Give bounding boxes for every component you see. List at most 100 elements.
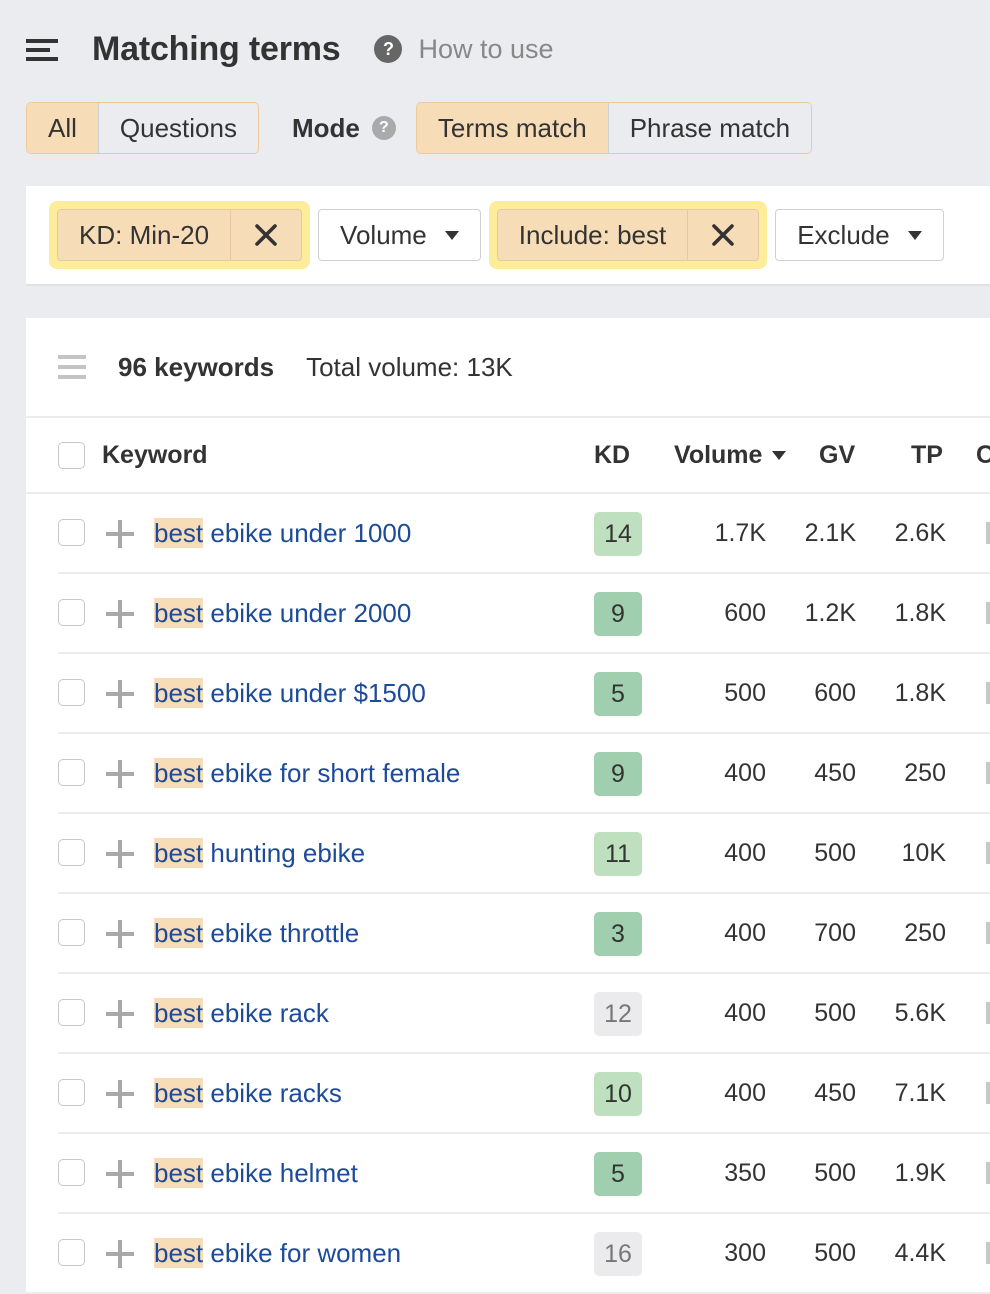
keyword-rest: ebike under 1000: [203, 518, 412, 548]
tp-value: 1.9K: [894, 1159, 946, 1187]
keyword-rest: ebike for women: [203, 1238, 402, 1268]
kd-badge: 11: [594, 832, 642, 876]
row-checkbox[interactable]: [58, 1239, 85, 1266]
volume-value: 400: [724, 919, 766, 947]
table-row: best ebike for women 16 300 500 4.4K: [26, 1214, 990, 1294]
row-checkbox[interactable]: [58, 759, 85, 786]
gv-value: 500: [814, 999, 856, 1027]
row-checkbox[interactable]: [58, 839, 85, 866]
column-header-tp[interactable]: TP: [911, 441, 943, 470]
cut-off-cell: [986, 1002, 990, 1024]
keyword-highlight: best: [154, 678, 204, 708]
table-row: best ebike racks 10 400 450 7.1K: [26, 1054, 990, 1134]
tab-phrase-match[interactable]: Phrase match: [607, 103, 812, 153]
volume-value: 400: [724, 999, 766, 1027]
include-filter-chip: Include: best: [496, 209, 760, 261]
keyword-rest: hunting ebike: [203, 838, 366, 868]
add-to-list-icon[interactable]: [106, 1080, 134, 1108]
column-header-volume[interactable]: Volume: [674, 441, 787, 470]
tp-value: 10K: [901, 839, 946, 867]
add-to-list-icon[interactable]: [106, 1160, 134, 1188]
tp-value: 250: [904, 759, 946, 787]
column-header-keyword[interactable]: Keyword: [102, 441, 208, 470]
volume-filter-dropdown[interactable]: Volume: [318, 209, 481, 261]
add-to-list-icon[interactable]: [106, 680, 134, 708]
keyword-link[interactable]: best ebike under 1000: [154, 514, 411, 552]
tp-value: 250: [904, 919, 946, 947]
include-filter-label[interactable]: Include: best: [498, 210, 689, 260]
kd-filter-clear-button[interactable]: [231, 210, 301, 260]
gv-value: 450: [814, 759, 856, 787]
row-checkbox[interactable]: [58, 679, 85, 706]
select-all-checkbox[interactable]: [58, 442, 85, 469]
keyword-link[interactable]: best ebike under $1500: [154, 674, 426, 712]
volume-value: 500: [724, 679, 766, 707]
keyword-link[interactable]: best ebike helmet: [154, 1154, 358, 1192]
row-checkbox[interactable]: [58, 1159, 85, 1186]
column-header-kd[interactable]: KD: [594, 441, 630, 470]
keywords-table-panel: 96 keywords Total volume: 13K Keyword KD…: [26, 318, 990, 1294]
kd-filter-label[interactable]: KD: Min-20: [58, 210, 232, 260]
keyword-link[interactable]: best ebike for women: [154, 1234, 401, 1272]
keyword-count: 96 keywords: [118, 351, 275, 382]
gv-value: 1.2K: [804, 599, 856, 627]
tab-questions[interactable]: Questions: [97, 103, 258, 153]
add-to-list-icon[interactable]: [106, 1000, 134, 1028]
keyword-link[interactable]: best hunting ebike: [154, 834, 365, 872]
how-to-use-label: How to use: [418, 33, 554, 64]
tp-value: 2.6K: [894, 519, 946, 547]
gv-value: 500: [814, 1239, 856, 1267]
include-filter-clear-button[interactable]: [688, 210, 758, 260]
volume-value: 400: [724, 1079, 766, 1107]
tab-all[interactable]: All: [27, 103, 98, 153]
keyword-highlight: best: [154, 758, 204, 788]
row-checkbox[interactable]: [58, 919, 85, 946]
tp-value: 5.6K: [894, 999, 946, 1027]
row-checkbox[interactable]: [58, 519, 85, 546]
table-header: Keyword KD Volume GV TP C: [26, 418, 990, 494]
kd-badge: 5: [594, 1152, 642, 1196]
gv-value: 450: [814, 1079, 856, 1107]
add-to-list-icon[interactable]: [106, 760, 134, 788]
add-to-list-icon[interactable]: [106, 520, 134, 548]
gv-value: 500: [814, 839, 856, 867]
table-row: best ebike throttle 3 400 700 250: [26, 894, 990, 974]
page-title: Matching terms: [92, 29, 341, 68]
close-icon: [712, 224, 735, 246]
mode-help-icon[interactable]: ?: [371, 116, 396, 140]
keyword-link[interactable]: best ebike rack: [154, 994, 329, 1032]
keyword-link[interactable]: best ebike throttle: [154, 914, 359, 952]
keyword-rest: ebike under $1500: [203, 678, 426, 708]
column-header-cut-off[interactable]: C: [976, 441, 990, 470]
sort-desc-icon: [772, 450, 787, 460]
keyword-highlight: best: [154, 838, 204, 868]
add-to-list-icon[interactable]: [106, 920, 134, 948]
add-to-list-icon[interactable]: [106, 1240, 134, 1268]
match-mode-toggle: Terms match Phrase match: [415, 102, 813, 154]
exclude-filter-dropdown[interactable]: Exclude: [775, 209, 944, 261]
how-to-use-link[interactable]: ? How to use: [374, 33, 554, 65]
exclude-filter-label: Exclude: [797, 219, 890, 250]
add-to-list-icon[interactable]: [106, 840, 134, 868]
keyword-rest: ebike rack: [203, 998, 329, 1028]
hamburger-menu-icon[interactable]: [26, 37, 58, 61]
keyword-link[interactable]: best ebike under 2000: [154, 594, 411, 632]
keyword-rest: ebike under 2000: [203, 598, 412, 628]
keyword-link[interactable]: best ebike for short female: [154, 754, 460, 792]
table-row: best ebike rack 12 400 500 5.6K: [26, 974, 990, 1054]
kd-filter-chip: KD: Min-20: [57, 209, 303, 261]
add-to-list-icon[interactable]: [106, 600, 134, 628]
toolbar: All Questions Mode ? Terms match Phrase …: [26, 102, 813, 154]
keyword-link[interactable]: best ebike racks: [154, 1074, 342, 1112]
table-row: best ebike helmet 5 350 500 1.9K: [26, 1134, 990, 1214]
tab-terms-match[interactable]: Terms match: [416, 103, 608, 153]
row-checkbox[interactable]: [58, 999, 85, 1026]
cut-off-cell: [986, 1082, 990, 1104]
column-header-gv[interactable]: GV: [819, 441, 855, 470]
filters-panel: KD: Min-20 Volume Include: best Exclude: [26, 186, 990, 286]
kd-badge: 16: [594, 1232, 642, 1276]
row-checkbox[interactable]: [58, 599, 85, 626]
column-settings-icon[interactable]: [58, 355, 86, 379]
table-summary: 96 keywords Total volume: 13K: [26, 318, 990, 418]
row-checkbox[interactable]: [58, 1079, 85, 1106]
